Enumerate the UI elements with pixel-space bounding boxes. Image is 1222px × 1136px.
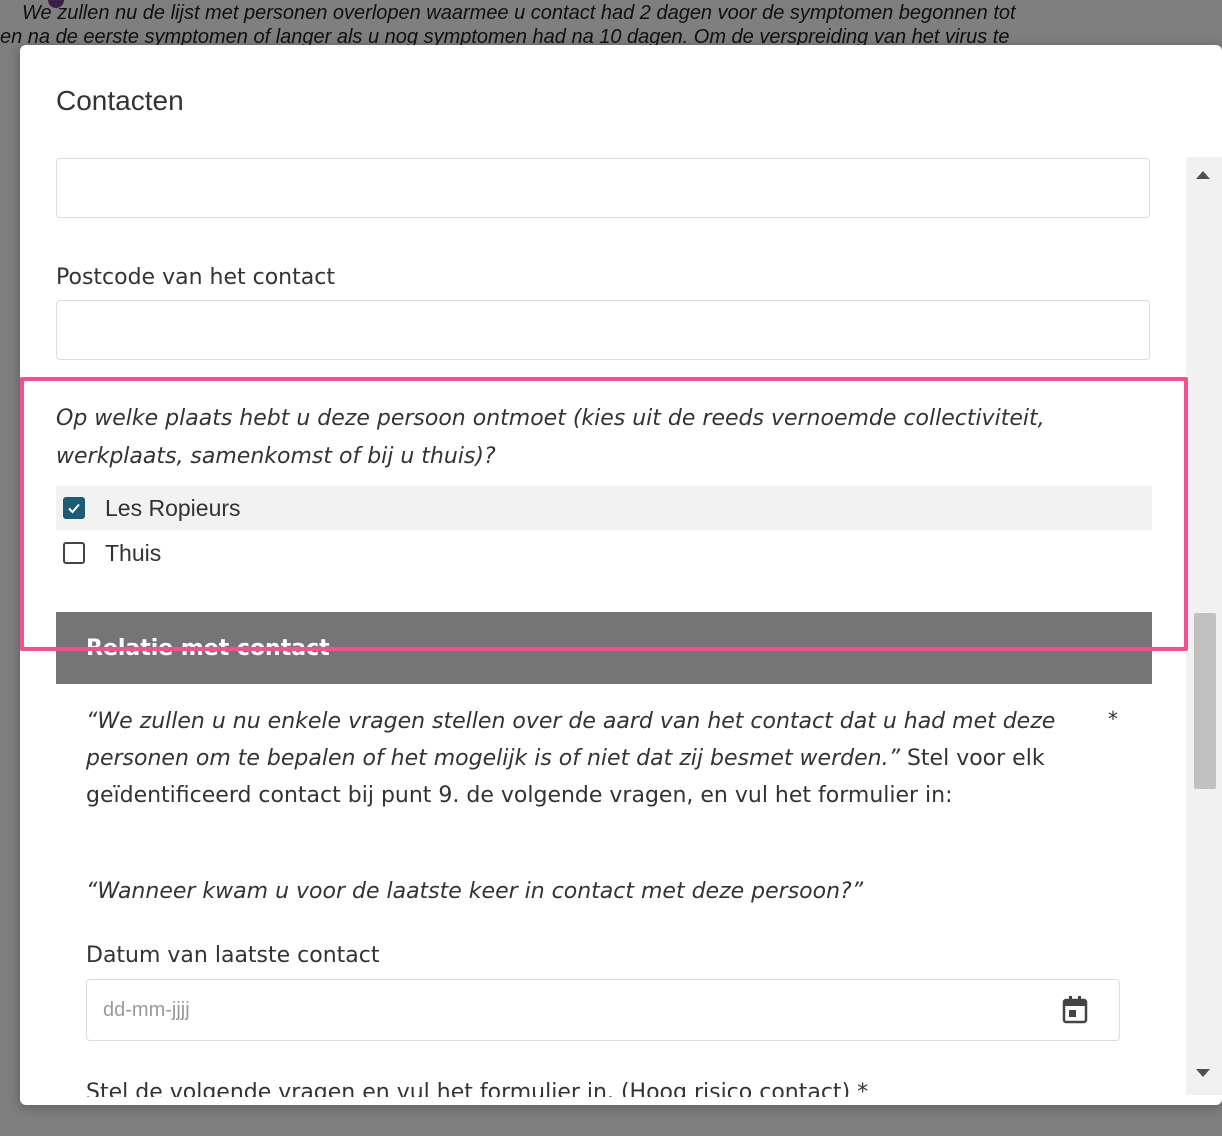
location-option-les-ropieurs[interactable]: Les Ropieurs	[56, 486, 1152, 530]
check-icon	[68, 503, 80, 514]
section-header: Relatie met contact	[56, 612, 1152, 684]
les-ropieurs-checkbox[interactable]	[63, 497, 85, 519]
required-asterisk: *	[1108, 707, 1118, 731]
last-contact-question: “Wanneer kwam u voor de laatste keer in …	[86, 879, 864, 904]
scroll-down-arrow-icon[interactable]	[1196, 1069, 1210, 1077]
last-contact-date-input[interactable]: dd-mm-jjjj	[86, 979, 1120, 1041]
contacts-modal: Contacten Postcode van het contact Op we…	[20, 45, 1222, 1105]
date-placeholder: dd-mm-jjjj	[103, 998, 190, 1021]
thuis-label: Thuis	[105, 539, 162, 566]
les-ropieurs-label: Les Ropieurs	[105, 494, 241, 521]
location-question: Op welke plaats hebt u deze persoon ontm…	[56, 406, 1045, 469]
date-label: Datum van laatste contact	[86, 943, 380, 968]
calendar-icon[interactable]	[1061, 995, 1089, 1025]
scroll-up-arrow-icon[interactable]	[1196, 171, 1210, 179]
postcode-label: Postcode van het contact	[56, 265, 335, 290]
thuis-checkbox[interactable]	[63, 542, 85, 564]
modal-scrollbar[interactable]	[1186, 157, 1222, 1095]
next-question-cut-off: Stel de volgende vragen en vul het formu…	[86, 1080, 869, 1097]
location-option-thuis[interactable]: Thuis	[56, 531, 1152, 575]
contact-address-input[interactable]	[56, 158, 1150, 218]
section-title: Relatie met contact	[86, 635, 330, 661]
scrollbar-thumb[interactable]	[1194, 613, 1216, 789]
postcode-input[interactable]	[56, 300, 1150, 360]
modal-body: Postcode van het contact Op welke plaats…	[20, 157, 1188, 1097]
modal-title: Contacten	[56, 85, 184, 116]
section-note: “We zullen u nu enkele vragen stellen ov…	[86, 703, 1096, 814]
